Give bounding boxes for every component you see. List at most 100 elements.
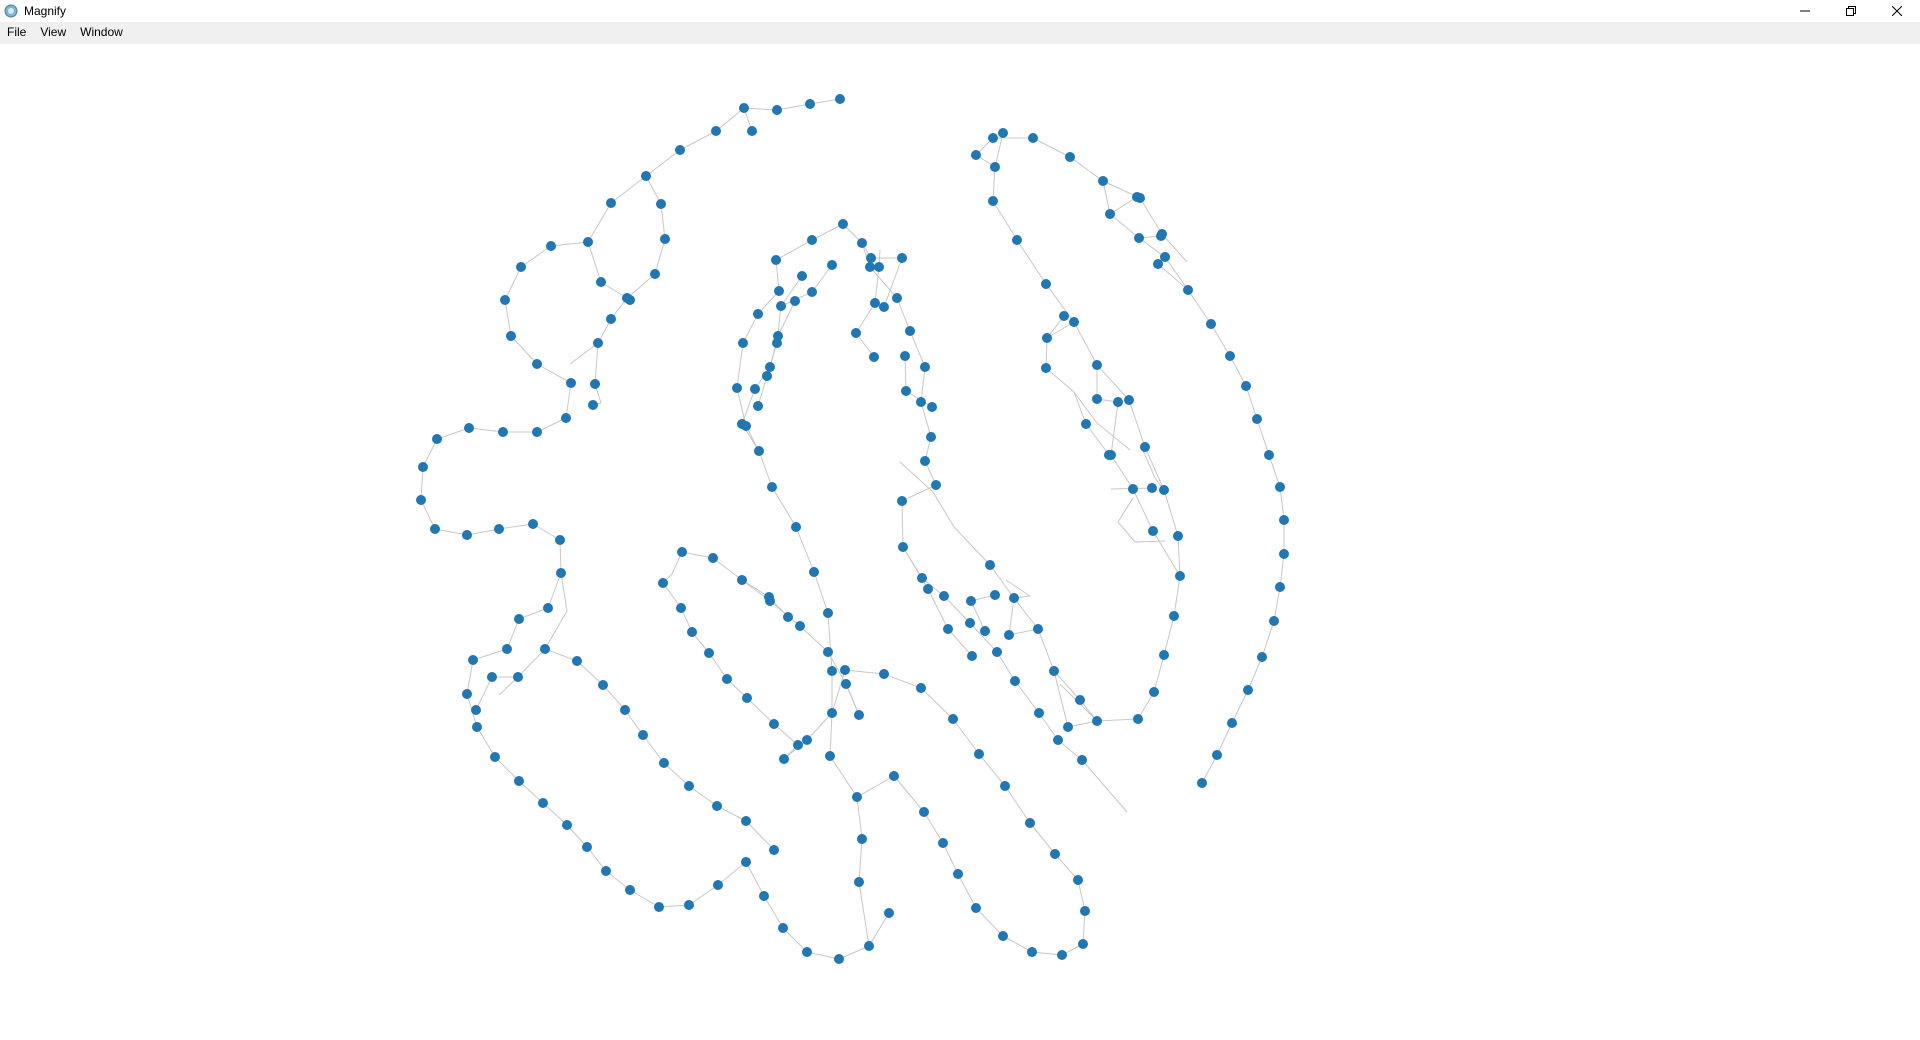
graph-node[interactable] [741,857,751,867]
menu-window[interactable]: Window [73,22,130,43]
graph-node[interactable] [1275,482,1285,492]
graph-node[interactable] [620,705,630,715]
graph-node[interactable] [1197,778,1207,788]
graph-node[interactable] [676,603,686,613]
close-button[interactable] [1874,0,1920,22]
graph-node[interactable] [884,908,894,918]
graph-node[interactable] [638,730,648,740]
graph-node[interactable] [596,277,606,287]
graph-node[interactable] [851,328,861,338]
graph-node[interactable] [1075,695,1085,705]
graph-node[interactable] [802,947,812,957]
graph-node[interactable] [943,624,953,634]
graph-canvas[interactable] [0,44,1920,1040]
graph-node[interactable] [772,105,782,115]
graph-node[interactable] [898,542,908,552]
graph-node[interactable] [793,740,803,750]
graph-node[interactable] [738,338,748,348]
graph-node[interactable] [1279,549,1289,559]
graph-node[interactable] [870,298,880,308]
graph-node[interactable] [809,567,819,577]
graph-node[interactable] [889,771,899,781]
graph-node[interactable] [1149,687,1159,697]
title-bar[interactable]: Magnify [0,0,1920,22]
graph-node[interactable] [562,820,572,830]
graph-node[interactable] [1025,818,1035,828]
graph-node[interactable] [938,838,948,848]
graph-node[interactable] [879,302,889,312]
graph-node[interactable] [1104,450,1114,460]
graph-node[interactable] [841,679,851,689]
graph-node[interactable] [1225,351,1235,361]
graph-node[interactable] [1034,708,1044,718]
graph-node[interactable] [852,792,862,802]
graph-node[interactable] [498,427,508,437]
graph-node[interactable] [795,621,805,631]
graph-node[interactable] [988,196,998,206]
graph-node[interactable] [722,674,732,684]
graph-node[interactable] [464,423,474,433]
graph-node[interactable] [753,309,763,319]
graph-node[interactable] [513,672,523,682]
graph-node[interactable] [687,627,697,637]
graph-node[interactable] [601,866,611,876]
graph-node[interactable] [1241,381,1251,391]
graph-node[interactable] [430,524,440,534]
graph-node[interactable] [1212,750,1222,760]
graph-node[interactable] [776,301,786,311]
graph-node[interactable] [1147,483,1157,493]
graph-node[interactable] [927,402,937,412]
graph-node[interactable] [741,421,751,431]
graph-node[interactable] [472,722,482,732]
graph-node[interactable] [1077,755,1087,765]
graph-node[interactable] [1041,279,1051,289]
graph-node[interactable] [953,869,963,879]
graph-node[interactable] [764,592,774,602]
graph-node[interactable] [500,295,510,305]
graph-node[interactable] [468,655,478,665]
graph-node[interactable] [502,644,512,654]
graph-node[interactable] [1028,133,1038,143]
graph-node[interactable] [1257,652,1267,662]
graph-node[interactable] [769,719,779,729]
graph-node[interactable] [753,401,763,411]
graph-node[interactable] [1065,152,1075,162]
graph-node[interactable] [1027,947,1037,957]
graph-node[interactable] [998,128,1008,138]
graph-node[interactable] [625,295,635,305]
graph-node[interactable] [1113,397,1123,407]
graph-node[interactable] [998,931,1008,941]
graph-node[interactable] [920,362,930,372]
graph-node[interactable] [1128,484,1138,494]
graph-node[interactable] [779,754,789,764]
graph-node[interactable] [827,708,837,718]
graph-node[interactable] [834,954,844,964]
graph-node[interactable] [588,400,598,410]
graph-node[interactable] [985,560,995,570]
graph-node[interactable] [1092,360,1102,370]
graph-node[interactable] [1243,685,1253,695]
graph-node[interactable] [532,359,542,369]
graph-node[interactable] [980,626,990,636]
graph-node[interactable] [1041,363,1051,373]
graph-node[interactable] [857,834,867,844]
graph-node[interactable] [641,171,651,181]
graph-node[interactable] [905,326,915,336]
graph-node[interactable] [879,669,889,679]
graph-node[interactable] [462,689,472,699]
graph-node[interactable] [1156,231,1166,241]
graph-node[interactable] [490,752,500,762]
graph-node[interactable] [650,269,660,279]
graph-node[interactable] [1227,718,1237,728]
graph-node[interactable] [556,568,566,578]
graph-node[interactable] [791,522,801,532]
graph-node[interactable] [1042,333,1052,343]
graph-node[interactable] [916,683,926,693]
graph-node[interactable] [747,126,757,136]
graph-node[interactable] [684,900,694,910]
graph-node[interactable] [802,735,812,745]
graph-node[interactable] [494,524,504,534]
graph-node[interactable] [1050,849,1060,859]
graph-node[interactable] [1133,714,1143,724]
graph-node[interactable] [660,234,670,244]
